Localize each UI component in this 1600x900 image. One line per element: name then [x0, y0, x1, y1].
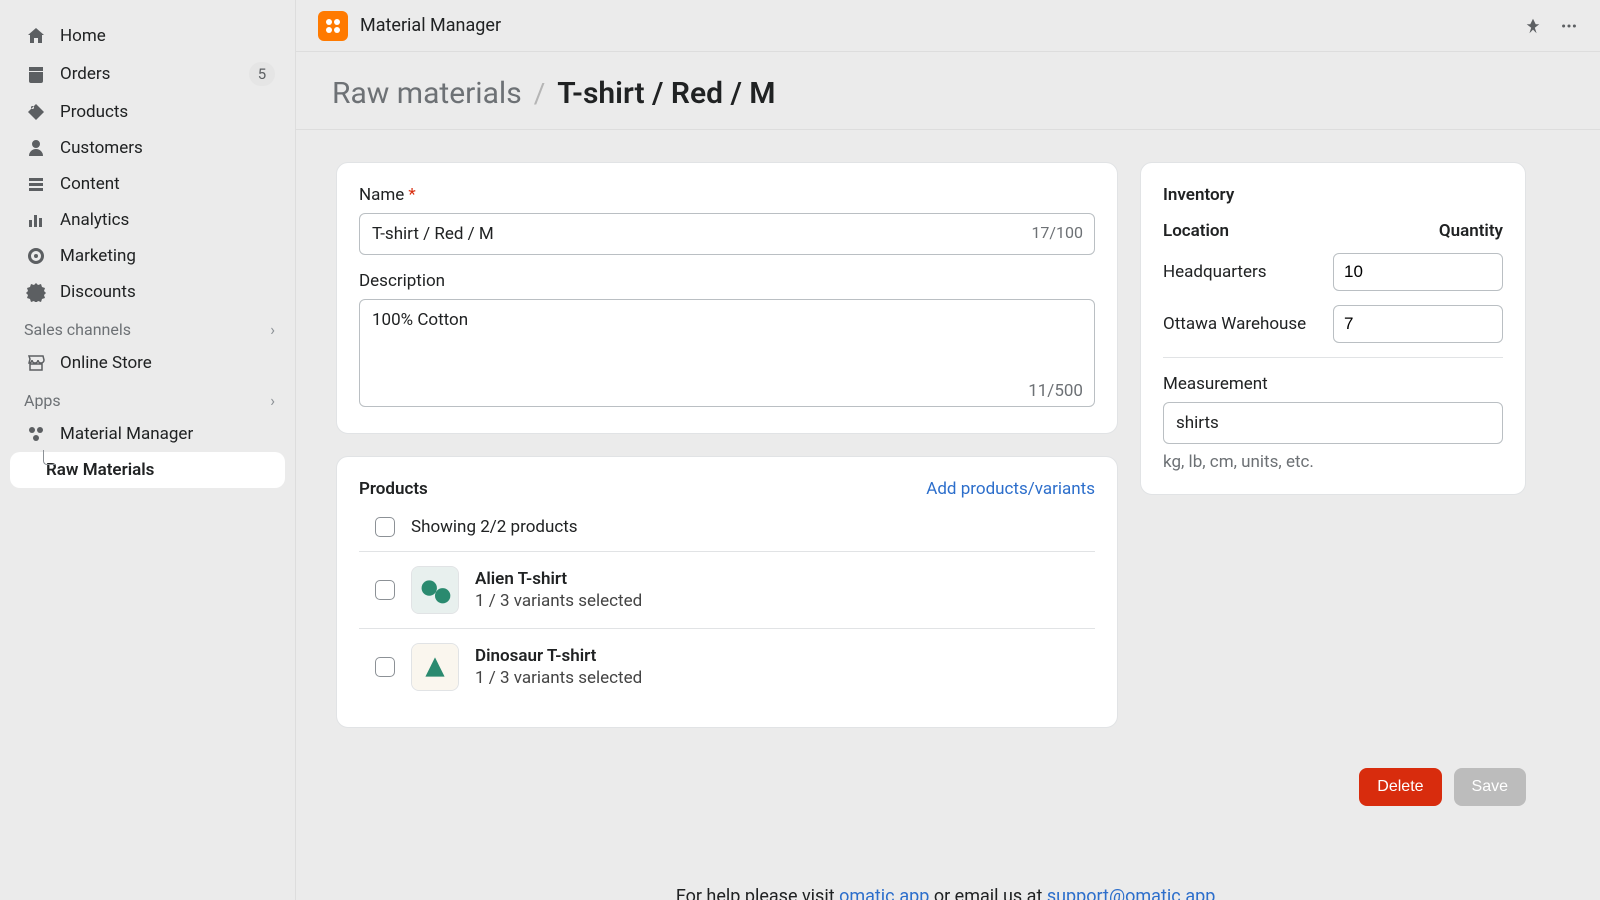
- sales-channels-header[interactable]: Sales channels ›: [0, 310, 295, 345]
- nav-discounts[interactable]: Discounts: [0, 274, 295, 310]
- desc-label: Description: [359, 271, 1095, 291]
- nav-label: Analytics: [60, 210, 129, 230]
- add-products-link[interactable]: Add products/variants: [926, 479, 1095, 499]
- inv-location: Ottawa Warehouse: [1163, 314, 1306, 334]
- product-row: Dinosaur T-shirt 1 / 3 variants selected: [359, 628, 1095, 705]
- product-checkbox[interactable]: [375, 657, 395, 677]
- nav-marketing[interactable]: Marketing: [0, 238, 295, 274]
- content-icon: [26, 174, 46, 194]
- nav-label: Material Manager: [60, 424, 193, 444]
- inv-qty-input[interactable]: [1333, 305, 1503, 343]
- analytics-icon: [26, 210, 46, 230]
- app-icon: [26, 424, 46, 444]
- inv-qty-header: Quantity: [1439, 221, 1503, 241]
- pin-icon[interactable]: [1524, 17, 1542, 35]
- action-bar: Delete Save: [336, 768, 1526, 806]
- measurement-input[interactable]: [1163, 402, 1503, 444]
- app-brand-icon: [318, 11, 348, 41]
- more-icon[interactable]: [1560, 17, 1578, 35]
- product-subtext: 1 / 3 variants selected: [475, 591, 642, 611]
- delete-button[interactable]: Delete: [1359, 768, 1441, 806]
- nav-label: Home: [60, 26, 106, 46]
- discount-icon: [26, 282, 46, 302]
- nav-analytics[interactable]: Analytics: [0, 202, 295, 238]
- orders-icon: [26, 64, 46, 84]
- nav-app-material-manager[interactable]: Material Manager: [0, 416, 295, 452]
- breadcrumb-current: T-shirt / Red / M: [557, 76, 775, 111]
- chevron-right-icon: ›: [270, 391, 275, 410]
- select-all-checkbox[interactable]: [375, 517, 395, 537]
- nav-home[interactable]: Home: [0, 18, 295, 54]
- person-icon: [26, 138, 46, 158]
- card-products: Products Add products/variants Showing 2…: [336, 456, 1118, 728]
- save-button[interactable]: Save: [1454, 768, 1526, 806]
- nav-label: Orders: [60, 64, 110, 84]
- inv-qty-input[interactable]: [1333, 253, 1503, 291]
- product-thumb: [411, 643, 459, 691]
- product-checkbox[interactable]: [375, 580, 395, 600]
- sidebar: Home Orders 5 Products Customers Content…: [0, 0, 295, 900]
- measurement-label: Measurement: [1163, 374, 1503, 394]
- product-name: Dinosaur T-shirt: [475, 646, 642, 666]
- measurement-hint: kg, lb, cm, units, etc.: [1163, 452, 1503, 472]
- nav-label: Online Store: [60, 353, 152, 373]
- nav-content[interactable]: Content: [0, 166, 295, 202]
- store-icon: [26, 353, 46, 373]
- nav-app-raw-materials[interactable]: Raw Materials: [10, 452, 285, 488]
- product-thumb: [411, 566, 459, 614]
- inv-location: Headquarters: [1163, 262, 1267, 282]
- nav-customers[interactable]: Customers: [0, 130, 295, 166]
- orders-badge: 5: [249, 62, 275, 86]
- nav-label: Customers: [60, 138, 143, 158]
- topbar: Material Manager: [296, 0, 1600, 52]
- nav-orders[interactable]: Orders 5: [0, 54, 295, 94]
- chevron-right-icon: ›: [270, 320, 275, 339]
- card-inventory: Inventory Location Quantity Headquarters…: [1140, 162, 1526, 495]
- nav-label: Products: [60, 102, 128, 122]
- breadcrumb-root[interactable]: Raw materials: [332, 76, 522, 111]
- help-footer: For help please visit omatic.app or emai…: [336, 886, 1560, 900]
- desc-input[interactable]: [359, 299, 1095, 407]
- help-link-email[interactable]: support@omatic.app: [1047, 886, 1216, 900]
- nav-label: Marketing: [60, 246, 136, 266]
- showing-text: Showing 2/2 products: [411, 517, 578, 537]
- home-icon: [26, 26, 46, 46]
- main: Material Manager Raw materials / T-shirt…: [295, 0, 1600, 900]
- nav-label: Discounts: [60, 282, 136, 302]
- nav-label: Content: [60, 174, 120, 194]
- products-title: Products: [359, 479, 428, 499]
- page-header: Raw materials / T-shirt / Red / M: [296, 52, 1600, 130]
- content: Name* 17/100 Description 11/500: [296, 130, 1600, 900]
- products-showing-row: Showing 2/2 products: [359, 509, 1095, 551]
- name-label: Name*: [359, 185, 1095, 205]
- target-icon: [26, 246, 46, 266]
- product-name: Alien T-shirt: [475, 569, 642, 589]
- product-subtext: 1 / 3 variants selected: [475, 668, 642, 688]
- inventory-row: Ottawa Warehouse: [1163, 305, 1503, 343]
- inv-loc-header: Location: [1163, 221, 1229, 241]
- inventory-row: Headquarters: [1163, 253, 1503, 291]
- help-link-site[interactable]: omatic.app: [839, 886, 929, 900]
- nav-online-store[interactable]: Online Store: [0, 345, 295, 381]
- name-input[interactable]: [359, 213, 1095, 255]
- product-row: Alien T-shirt 1 / 3 variants selected: [359, 551, 1095, 628]
- apps-header[interactable]: Apps ›: [0, 381, 295, 416]
- nav-products[interactable]: Products: [0, 94, 295, 130]
- nav-label: Raw Materials: [46, 460, 154, 480]
- tag-icon: [26, 102, 46, 122]
- inventory-title: Inventory: [1163, 185, 1503, 205]
- app-name: Material Manager: [360, 15, 501, 36]
- card-name-desc: Name* 17/100 Description 11/500: [336, 162, 1118, 434]
- breadcrumb-sep: /: [534, 77, 546, 110]
